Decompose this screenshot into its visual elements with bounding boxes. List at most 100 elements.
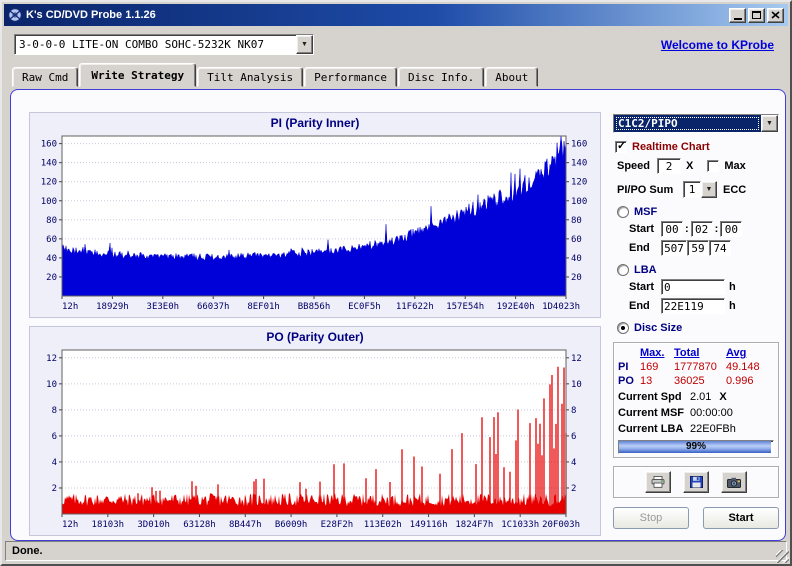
- svg-text:4: 4: [571, 458, 576, 468]
- print-button[interactable]: [645, 471, 671, 493]
- svg-text:1D4023h: 1D4023h: [542, 302, 580, 312]
- svg-text:160: 160: [571, 140, 587, 150]
- resize-grip[interactable]: [776, 550, 789, 563]
- po-avg-value: 0.996: [726, 375, 754, 387]
- svg-text:8: 8: [52, 406, 57, 416]
- svg-text:18929h: 18929h: [96, 302, 129, 312]
- svg-text:8: 8: [571, 406, 576, 416]
- tab-write-strategy[interactable]: Write Strategy: [79, 63, 197, 87]
- camera-icon: [727, 477, 741, 488]
- svg-text:10: 10: [571, 380, 582, 390]
- tab-tilt-analysis[interactable]: Tilt Analysis: [197, 67, 304, 87]
- pi-row-label: PI: [618, 361, 629, 373]
- msf-start-s[interactable]: [690, 221, 713, 237]
- stats-header-total: Total: [674, 347, 700, 359]
- lba-end-input[interactable]: [661, 298, 725, 314]
- current-msf-label: Current MSF: [618, 406, 684, 419]
- current-speed-unit: X: [719, 390, 727, 403]
- save-button[interactable]: [683, 471, 709, 493]
- current-speed-value: 2.01: [690, 390, 712, 403]
- svg-text:3E3E0h: 3E3E0h: [147, 302, 180, 312]
- statistics-group: Max. Total Avg PI 169 1777870 49.148 PO …: [613, 342, 779, 458]
- msf-separator: :: [685, 223, 689, 235]
- pipo-sum-select[interactable]: 1 ▼: [683, 181, 717, 198]
- mode-combobox[interactable]: C1C2/PIPO ▼: [613, 114, 779, 133]
- pi-chart: 20 20 40 40 60 60 80 80 100 100 120 120 140 140 160 160…: [41, 135, 587, 312]
- svg-text:40: 40: [46, 254, 57, 264]
- svg-text:12h: 12h: [62, 302, 78, 312]
- current-lba-label: Current LBA: [618, 422, 684, 435]
- po-chart: 2 2 4 4 6 6 8 8 10 10 12 12 12h 18103h 3D010h 63128h 8B4…: [46, 349, 582, 530]
- svg-text:60: 60: [571, 235, 582, 245]
- speed-input[interactable]: [657, 158, 681, 174]
- status-bar: Done.: [5, 541, 787, 561]
- svg-text:8EF01h: 8EF01h: [247, 302, 280, 312]
- msf-end-m[interactable]: [661, 240, 687, 256]
- tab-disc-info[interactable]: Disc Info.: [398, 67, 485, 87]
- drive-combobox-arrow[interactable]: ▼: [296, 35, 313, 54]
- realtime-checkbox[interactable]: [615, 139, 627, 153]
- svg-text:6: 6: [52, 432, 57, 442]
- drive-combobox[interactable]: 3-0-0-0 LITE-ON COMBO SOHC-5232K NK07 ▼: [14, 34, 314, 55]
- tab-performance[interactable]: Performance: [304, 67, 398, 87]
- stop-button[interactable]: Stop: [613, 507, 689, 529]
- svg-text:157E54h: 157E54h: [446, 302, 484, 312]
- msf-end-label: End: [629, 242, 650, 254]
- close-button[interactable]: [767, 7, 784, 23]
- tab-page-write-strategy: PI (Parity Inner) 20 20 40 40 60 60 80 80 100 100…: [10, 89, 786, 541]
- current-speed-row: Current Spd 2.01 X: [618, 389, 774, 404]
- progress-bar: 99%: [618, 440, 774, 454]
- svg-text:40: 40: [571, 254, 582, 264]
- max-label: Max: [724, 160, 746, 172]
- svg-text:8B447h: 8B447h: [229, 520, 262, 530]
- current-msf-row: Current MSF 00:00:00: [618, 405, 774, 420]
- svg-text:3D010h: 3D010h: [137, 520, 170, 530]
- svg-text:113E02h: 113E02h: [364, 520, 402, 530]
- svg-text:10: 10: [46, 380, 57, 390]
- snapshot-button[interactable]: [721, 471, 747, 493]
- svg-text:60: 60: [46, 235, 57, 245]
- disc-size-radio[interactable]: [617, 322, 629, 334]
- max-checkbox[interactable]: [707, 160, 720, 172]
- current-lba-value: 22E0FBh: [690, 422, 736, 435]
- svg-text:18103h: 18103h: [92, 520, 125, 530]
- msf-label: MSF: [634, 206, 658, 218]
- msf-end-s[interactable]: [687, 240, 709, 256]
- lba-radio[interactable]: [617, 264, 629, 276]
- mode-combobox-arrow[interactable]: ▼: [761, 115, 778, 132]
- welcome-link[interactable]: Welcome to KProbe: [661, 38, 774, 52]
- msf-start-m[interactable]: [661, 221, 683, 237]
- msf-end-f[interactable]: [709, 240, 731, 256]
- titlebar: K's CD/DVD Probe 1.1.26: [4, 4, 788, 26]
- lba-start-input[interactable]: [661, 279, 725, 295]
- msf-start-f[interactable]: [720, 221, 743, 237]
- po-chart-title: PO (Parity Outer): [266, 330, 364, 344]
- control-panel: C1C2/PIPO ▼ Realtime Chart Speed X Max P…: [611, 90, 781, 542]
- minimize-button[interactable]: [729, 7, 746, 23]
- maximize-button[interactable]: [748, 7, 765, 23]
- tab-raw-cmd[interactable]: Raw Cmd: [12, 67, 79, 87]
- chevron-down-icon: ▼: [766, 120, 773, 127]
- svg-text:120: 120: [571, 178, 587, 188]
- tab-about[interactable]: About: [485, 67, 539, 87]
- stats-header-row: Max. Total Avg: [618, 346, 774, 360]
- svg-text:149116h: 149116h: [410, 520, 448, 530]
- caption-buttons: [729, 7, 784, 23]
- msf-radio[interactable]: [617, 206, 629, 218]
- svg-text:E28F2h: E28F2h: [321, 520, 354, 530]
- current-lba-row: Current LBA 22E0FBh: [618, 421, 774, 436]
- pi-chart-panel: PI (Parity Inner) 20 20 40 40 60 60 80 80 100 100…: [29, 112, 601, 318]
- svg-text:4: 4: [52, 458, 57, 468]
- svg-text:B6009h: B6009h: [275, 520, 308, 530]
- svg-text:2: 2: [571, 484, 576, 494]
- start-button[interactable]: Start: [703, 507, 779, 529]
- po-row-label: PO: [618, 375, 634, 387]
- pipo-sum-arrow[interactable]: ▼: [701, 181, 717, 198]
- progress-text: 99%: [685, 441, 706, 452]
- svg-text:EC0F5h: EC0F5h: [348, 302, 381, 312]
- lba-end-unit: h: [729, 300, 736, 312]
- svg-text:1824F7h: 1824F7h: [455, 520, 493, 530]
- svg-text:BB856h: BB856h: [298, 302, 331, 312]
- pi-chart-title: PI (Parity Inner): [270, 116, 360, 130]
- speed-label: Speed: [617, 160, 651, 172]
